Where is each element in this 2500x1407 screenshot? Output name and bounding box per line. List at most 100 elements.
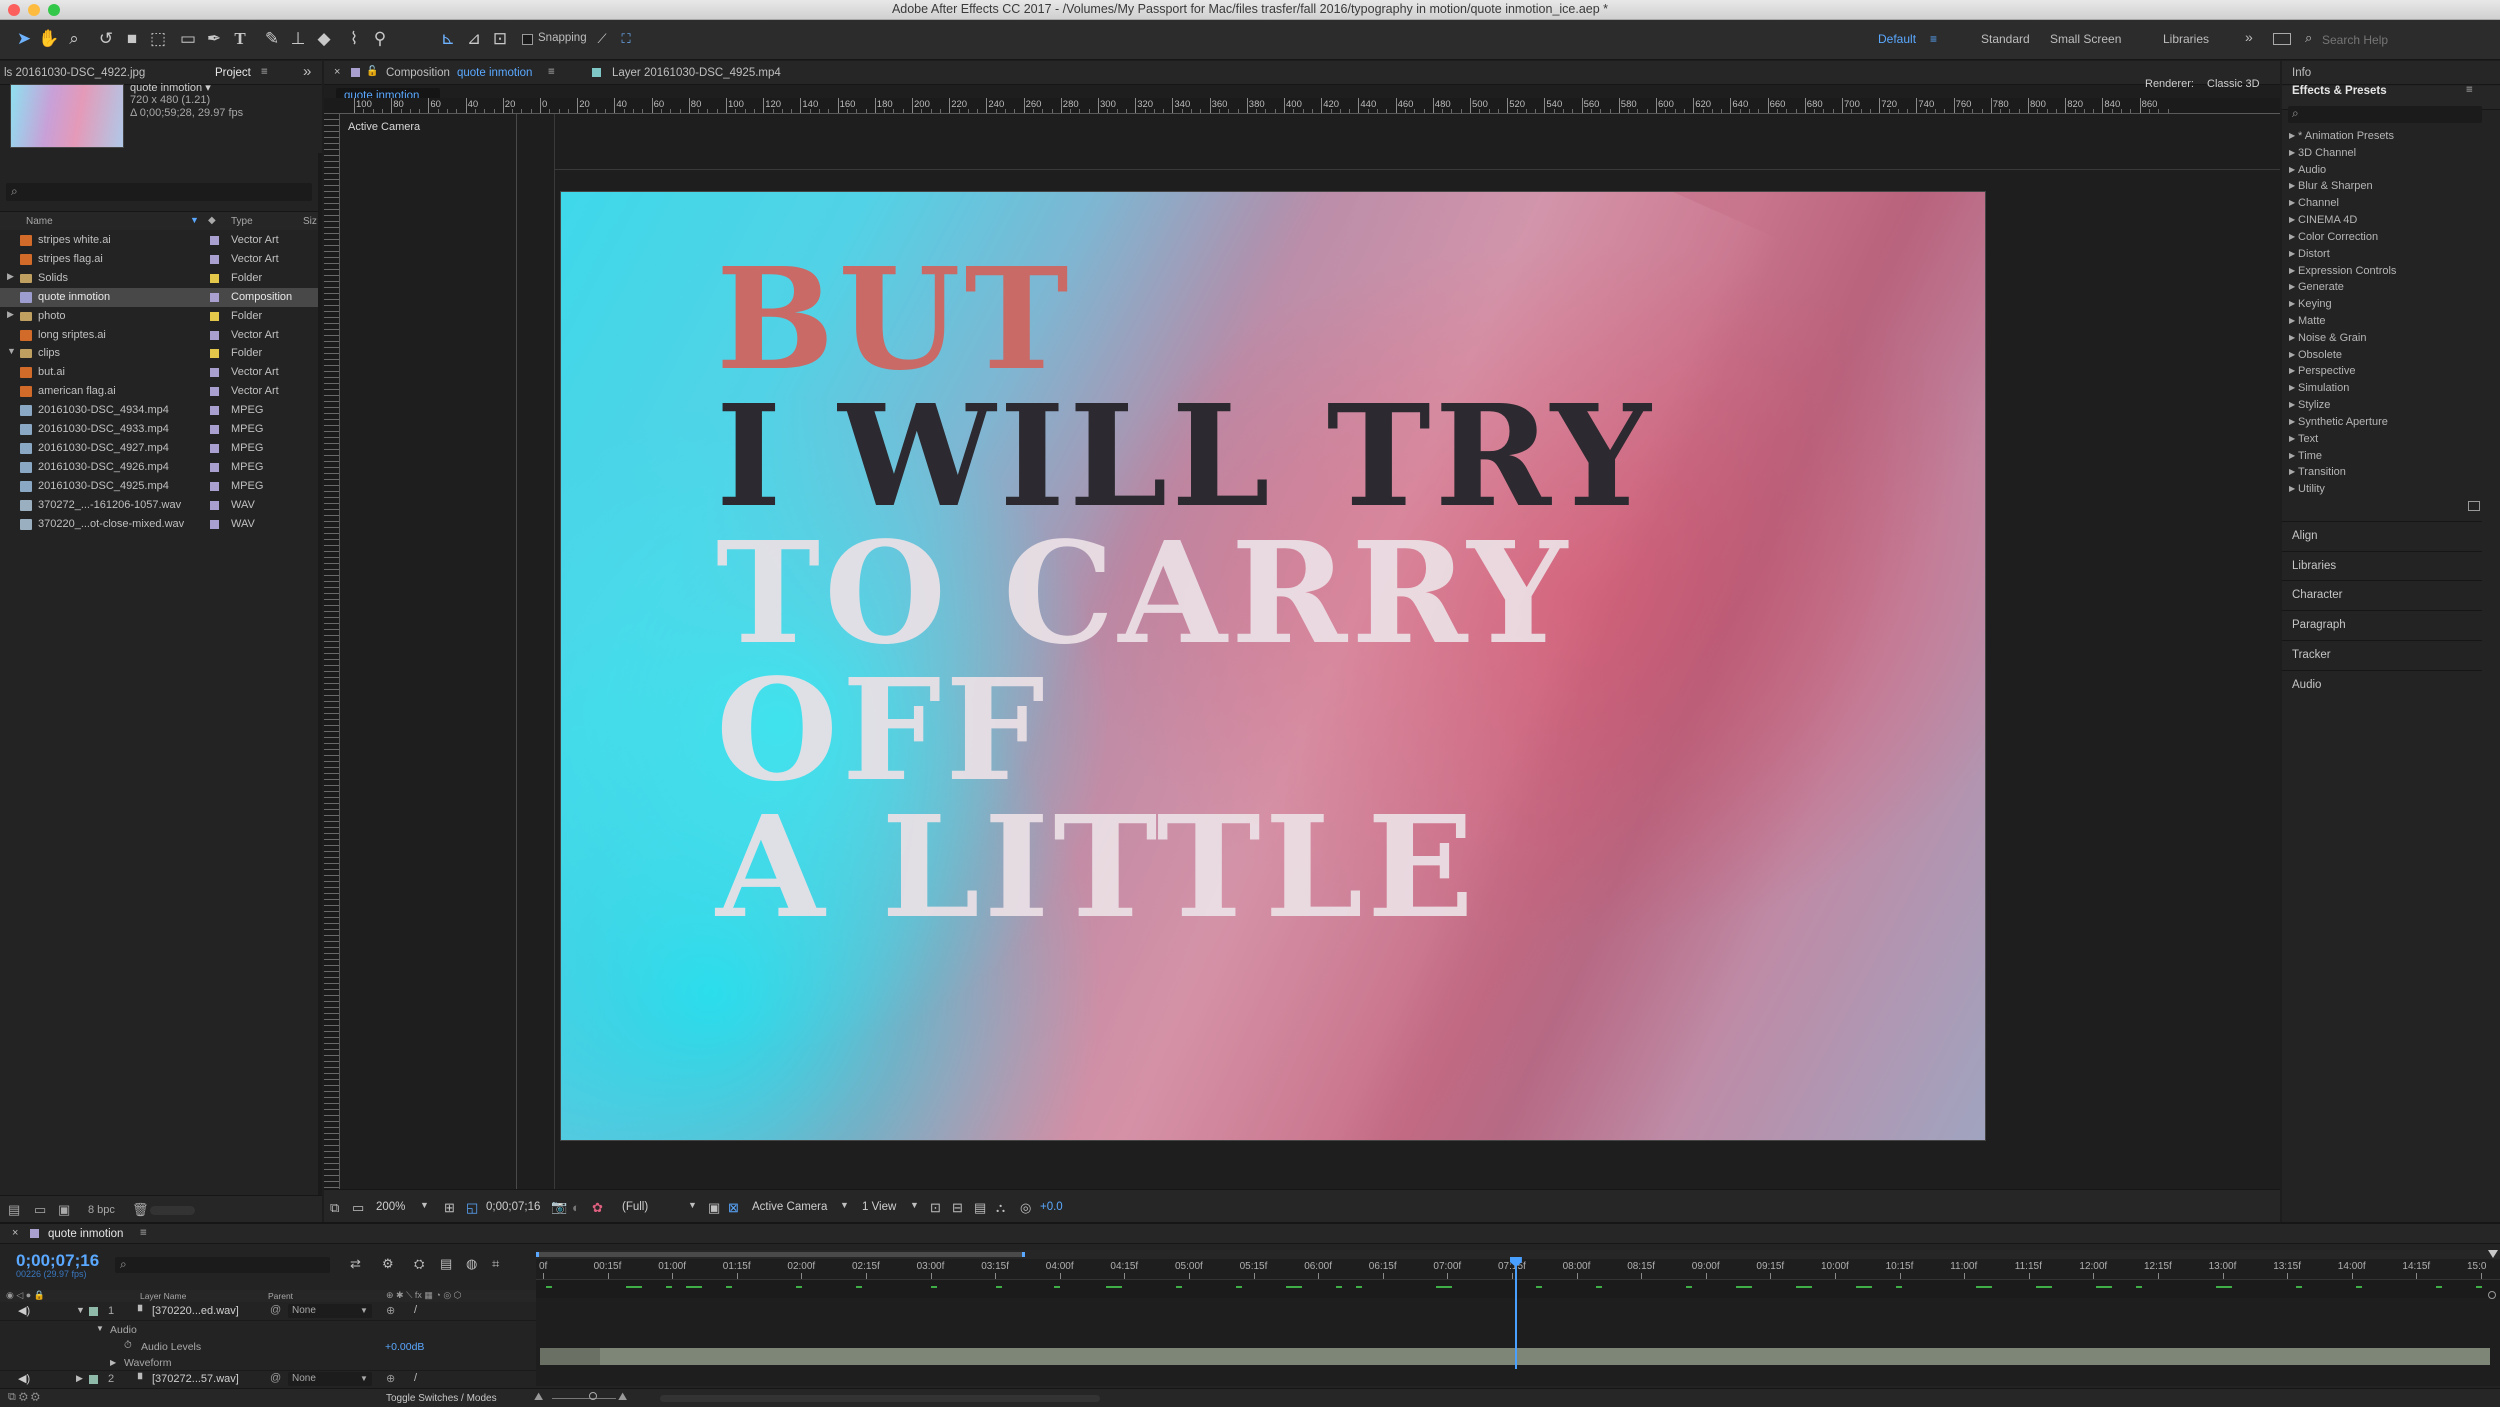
project-item[interactable]: long sriptes.ai Vector Art bbox=[0, 326, 318, 345]
effect-category[interactable]: Utility bbox=[2298, 483, 2325, 495]
preview-toggle-icon[interactable]: ▭ bbox=[352, 1200, 364, 1216]
magnification-dropdown[interactable]: 200% bbox=[376, 1201, 405, 1213]
expand-arrow-icon[interactable]: ▶ bbox=[2289, 316, 2295, 325]
expand-arrow-icon[interactable]: ▶ bbox=[7, 309, 14, 320]
current-time-display[interactable]: 0;00;07;16 bbox=[486, 1201, 540, 1213]
effects-presets-title[interactable]: Effects & Presets bbox=[2292, 85, 2387, 97]
expand-arrow-icon[interactable]: ▶ bbox=[2289, 417, 2295, 426]
column-layer-name[interactable]: Layer Name bbox=[140, 1291, 186, 1301]
label-color-swatch[interactable] bbox=[210, 292, 219, 302]
expand-arrow-icon[interactable]: ▼ bbox=[7, 346, 16, 356]
expand-arrow-icon[interactable]: ▶ bbox=[76, 1373, 83, 1384]
effects-search-field[interactable]: ⌕ bbox=[2288, 106, 2482, 123]
effect-category[interactable]: Audio bbox=[2298, 164, 2326, 176]
expand-arrow-icon[interactable]: ▶ bbox=[2289, 148, 2295, 157]
comp-panel-menu-icon[interactable]: ≡ bbox=[548, 66, 555, 78]
workspace-menu-icon[interactable]: ≡ bbox=[1930, 32, 1937, 46]
search-help-icon[interactable]: ⌕ bbox=[2305, 30, 2312, 46]
always-preview-icon[interactable]: ⧉ bbox=[330, 1200, 339, 1216]
layer-row-1[interactable]: ◀) ▼ 1 ▘ [370220...ed.wav] @ None ▼ ⊕ / bbox=[0, 1303, 536, 1321]
panel-libraries[interactable]: Libraries bbox=[2282, 550, 2482, 579]
effect-category[interactable]: Noise & Grain bbox=[2298, 332, 2366, 344]
panel-paragraph[interactable]: Paragraph bbox=[2282, 610, 2482, 638]
new-folder-icon[interactable]: ▭ bbox=[34, 1202, 46, 1218]
snapping-checkbox[interactable] bbox=[522, 34, 533, 45]
brush-tool-icon[interactable]: ✎ bbox=[262, 29, 282, 49]
project-item[interactable]: quote inmotion Composition bbox=[0, 287, 318, 307]
rectangle-tool-icon[interactable]: ▭ bbox=[178, 29, 198, 49]
column-size[interactable]: Siz bbox=[303, 216, 317, 227]
label-color-swatch[interactable] bbox=[210, 481, 219, 491]
hand-tool-icon[interactable]: ✋ bbox=[38, 29, 59, 49]
flowchart-icon[interactable]: ⛬ bbox=[996, 1200, 1005, 1216]
workspace-standard[interactable]: Standard bbox=[1981, 32, 2030, 46]
panel-audio[interactable]: Audio bbox=[2282, 669, 2482, 698]
project-item[interactable]: but.ai Vector Art bbox=[0, 363, 318, 382]
new-composition-icon[interactable]: ▣ bbox=[58, 1202, 70, 1218]
workspace-small-screen[interactable]: Small Screen bbox=[2050, 32, 2121, 46]
project-search-field[interactable]: ⌕ bbox=[6, 183, 312, 201]
expand-arrow-icon[interactable]: ▶ bbox=[2289, 232, 2295, 241]
project-tab[interactable]: Project bbox=[215, 67, 251, 79]
timeline-tab[interactable]: quote inmotion bbox=[48, 1228, 123, 1240]
audio-toggle-icon[interactable]: ◀) bbox=[18, 1372, 30, 1385]
view-axis-mode-icon[interactable]: ⊡ bbox=[490, 29, 510, 49]
timeline-current-time[interactable]: 0;00;07;16 bbox=[16, 1251, 99, 1271]
project-item[interactable]: 370272_...-161206-1057.wav WAV bbox=[0, 496, 318, 515]
snap-features-icon[interactable]: ⛶ bbox=[616, 29, 636, 49]
expand-arrow-icon[interactable]: ▶ bbox=[2289, 165, 2295, 174]
label-color-swatch[interactable] bbox=[210, 349, 219, 359]
effect-category[interactable]: Blur & Sharpen bbox=[2298, 180, 2373, 192]
label-color-swatch[interactable] bbox=[210, 236, 219, 245]
show-snapshot-icon[interactable]: ◐ bbox=[572, 1200, 580, 1215]
expand-arrow-icon[interactable]: ▶ bbox=[2289, 400, 2295, 409]
effect-category[interactable]: Synthetic Aperture bbox=[2298, 416, 2388, 428]
quality-switch-icon[interactable]: / bbox=[414, 1304, 417, 1316]
layer-name[interactable]: [370272...57.wav] bbox=[152, 1373, 239, 1385]
project-item[interactable]: american flag.ai Vector Art bbox=[0, 382, 318, 401]
close-comp-tab-icon[interactable]: × bbox=[334, 66, 340, 78]
expand-arrow-icon[interactable]: ▶ bbox=[2289, 350, 2295, 359]
effect-category[interactable]: Simulation bbox=[2298, 382, 2349, 394]
expand-arrow-icon[interactable]: ▶ bbox=[2289, 282, 2295, 291]
layer-2-trim-handle[interactable] bbox=[540, 1348, 600, 1365]
project-item[interactable]: 20161030-DSC_4933.mp4 MPEG bbox=[0, 420, 318, 439]
effect-category[interactable]: 3D Channel bbox=[2298, 147, 2356, 159]
mask-visibility-icon[interactable]: ◱ bbox=[466, 1200, 478, 1216]
layer-label-swatch[interactable] bbox=[89, 1307, 98, 1316]
search-help-input[interactable] bbox=[2322, 31, 2492, 49]
comp-tab-name[interactable]: quote inmotion bbox=[457, 67, 532, 79]
pan-behind-tool-icon[interactable]: ⬚ bbox=[148, 29, 168, 49]
new-bin-icon[interactable] bbox=[2468, 501, 2480, 511]
snap-edges-icon[interactable]: ⟋ bbox=[592, 29, 612, 49]
camera-view-dropdown[interactable]: Active Camera bbox=[752, 1201, 827, 1213]
panel-align[interactable]: Align bbox=[2282, 521, 2482, 549]
label-color-swatch[interactable] bbox=[210, 387, 219, 397]
effect-category[interactable]: Generate bbox=[2298, 281, 2344, 293]
layer-label-swatch[interactable] bbox=[89, 1375, 98, 1384]
project-item[interactable]: stripes white.ai Vector Art bbox=[0, 231, 318, 250]
workspace-libraries[interactable]: Libraries bbox=[2163, 32, 2209, 46]
effect-category[interactable]: Distort bbox=[2298, 248, 2330, 260]
zoom-in-icon[interactable]: ⛰ bbox=[618, 1391, 627, 1404]
parent-dropdown[interactable]: None ▼ bbox=[288, 1372, 372, 1386]
timeline-scrollbar[interactable] bbox=[660, 1395, 1100, 1402]
project-item[interactable]: 20161030-DSC_4927.mp4 MPEG bbox=[0, 439, 318, 458]
camera-tool-icon[interactable]: ■ bbox=[122, 29, 142, 49]
project-item[interactable]: 370220_...ot-close-mixed.wav WAV bbox=[0, 515, 318, 534]
puppet-pin-tool-icon[interactable]: ⚲ bbox=[370, 29, 390, 49]
comp-mini-flowchart-icon[interactable]: ⇄ bbox=[350, 1256, 361, 1272]
project-item[interactable]: 20161030-DSC_4934.mp4 MPEG bbox=[0, 401, 318, 420]
label-color-swatch[interactable] bbox=[210, 368, 219, 378]
timeline-menu-icon[interactable]: ≡ bbox=[140, 1227, 147, 1239]
expand-arrow-icon[interactable]: ▶ bbox=[2289, 366, 2295, 375]
label-color-swatch[interactable] bbox=[210, 443, 219, 453]
label-color-swatch[interactable] bbox=[210, 462, 219, 472]
effect-category[interactable]: Obsolete bbox=[2298, 349, 2342, 361]
lock-icon[interactable]: 🔓 bbox=[366, 66, 378, 77]
pen-tool-icon[interactable]: ✒ bbox=[204, 29, 224, 49]
work-area-range[interactable] bbox=[536, 1252, 1025, 1257]
color-depth-button[interactable]: 8 bpc bbox=[88, 1204, 115, 1216]
resolution-dropdown[interactable]: (Full) bbox=[622, 1201, 648, 1213]
renderer-value[interactable]: Classic 3D bbox=[2207, 78, 2260, 90]
